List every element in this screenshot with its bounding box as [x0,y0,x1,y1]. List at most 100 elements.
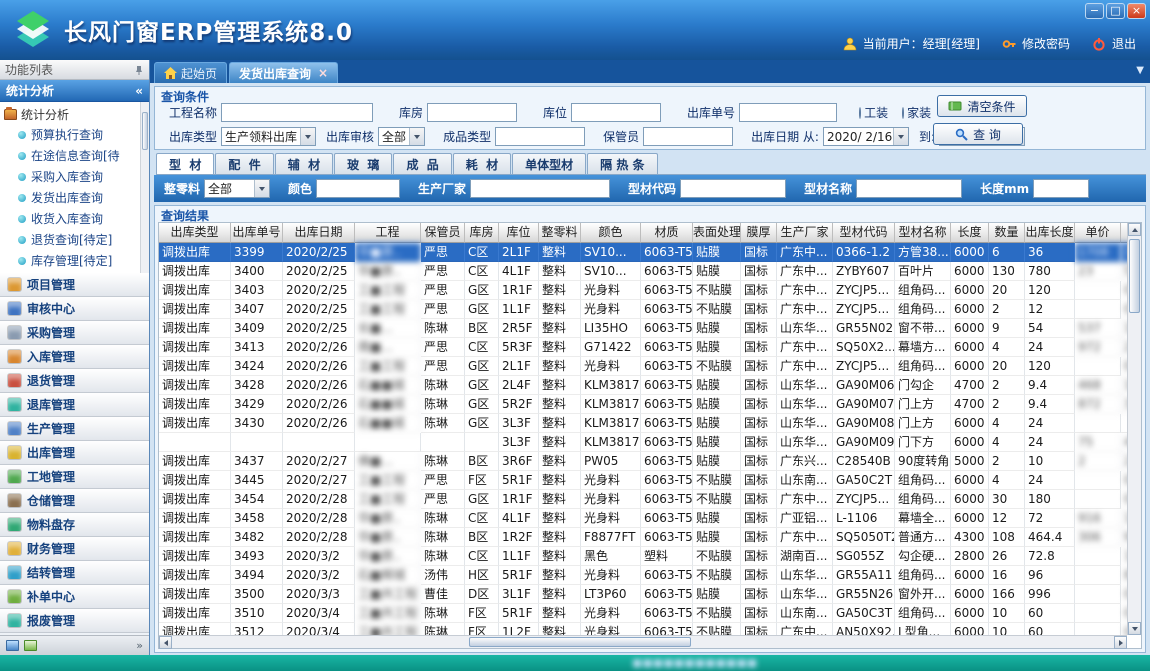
sidebar-module[interactable]: 工地管理 [0,465,149,489]
radio-industrial[interactable] [859,107,861,119]
close-button[interactable]: × [1127,3,1146,19]
column-header[interactable]: 膜厚 [741,223,777,243]
column-header[interactable]: 表面处理 [693,223,741,243]
whole-piece-select[interactable]: 全部 [204,179,270,198]
table-row[interactable]: 调拨出库34072020/2/25工■工程严思G区1L1F整料光身料6063-T… [159,300,1127,319]
tab-shipment-outbound-query[interactable]: 发货出库查询 × [229,62,338,83]
product-type-input[interactable] [495,127,585,146]
warehouse-input[interactable] [427,103,517,122]
scroll-down-icon[interactable] [1128,622,1141,635]
section-header-statistics[interactable]: 统计分析 « [0,80,149,102]
color-input[interactable] [316,179,400,198]
table-vertical-scrollbar[interactable] [1127,223,1141,635]
material-tab[interactable]: 配 件 [215,153,273,174]
table-horizontal-scrollbar[interactable] [159,635,1127,648]
collapse-icon[interactable]: « [135,84,143,98]
clear-conditions-button[interactable]: 清空条件 [937,95,1027,117]
column-header[interactable]: 单价 [1075,223,1121,243]
tree-item[interactable]: 退货查询[待定] [4,229,139,250]
tree-item[interactable]: 预算执行查询 [4,124,139,145]
tree-item[interactable]: 库存管理[待定] [4,250,139,271]
column-header[interactable]: 型材代码 [833,223,895,243]
column-header[interactable]: 库位 [499,223,539,243]
column-header[interactable]: 出库日期 [283,223,355,243]
material-tab[interactable]: 耗 材 [453,153,511,174]
tab-home[interactable]: 起始页 [154,62,227,83]
change-password-link[interactable]: 修改密码 [1022,35,1070,52]
material-tab[interactable]: 玻 璃 [334,153,392,174]
table-row[interactable]: 调拨出库34932020/3/2华■原..陈琳C区1L1F整料黑色塑料不贴膜国标… [159,547,1127,566]
horizontal-scroll-thumb[interactable] [469,637,692,647]
material-tab[interactable]: 型 材 [156,153,214,174]
column-header[interactable]: 出库类型 [159,223,231,243]
radio-home[interactable] [902,107,904,119]
column-header[interactable]: 出库单号 [231,223,283,243]
sidebar-module[interactable]: 退库管理 [0,393,149,417]
table-row[interactable]: 调拨出库35122020/3/4工■共工程陈琳F区1L2F整料光身料6063-T… [159,623,1127,635]
column-header[interactable]: 颜色 [581,223,641,243]
sidebar-module[interactable]: 退货管理 [0,369,149,393]
keeper-input[interactable] [643,127,733,146]
audit-select[interactable]: 全部 [378,127,425,146]
table-row[interactable]: 调拨出库34372020/2/27佛■...陈琳B区3R6F整料PW056063… [159,452,1127,471]
profile-code-input[interactable] [680,179,786,198]
tree-scrollbar[interactable] [140,102,149,273]
sidebar-module[interactable]: 入库管理 [0,345,149,369]
sidebar-module[interactable]: 采购管理 [0,321,149,345]
material-tab[interactable]: 成 品 [393,153,451,174]
sidebar-module[interactable]: 项目管理 [0,273,149,297]
tree-item[interactable]: 采购入库查询 [4,166,139,187]
sidebar-module[interactable]: 补单中心 [0,585,149,609]
material-tab[interactable]: 单体型材 [512,153,586,174]
pin-icon[interactable] [134,65,144,75]
table-row[interactable]: 调拨出库34092020/2/25长■...陈琳B区2R5F整料LI35HO60… [159,319,1127,338]
sidebar-module[interactable]: 审核中心 [0,297,149,321]
table-row[interactable]: 调拨出库34032020/2/25工■工程严思G区1R1F整料光身料6063-T… [159,281,1127,300]
table-row[interactable]: 调拨出库34292020/2/26石■■城陈琳G区5R2F整料KLM381760… [159,395,1127,414]
table-row[interactable]: 3L3F整料KLM38176063-T5贴膜国标山东华...GA90M09..门… [159,433,1127,452]
table-row[interactable]: 调拨出库34282020/2/26石■■城陈琳G区2L4F整料KLM381760… [159,376,1127,395]
sidebar-module[interactable]: 财务管理 [0,537,149,561]
grid-icon[interactable] [24,640,37,651]
column-header[interactable]: 整零料 [539,223,581,243]
table-row[interactable]: 调拨出库34822020/2/28华■原..陈琳B区1R2F整料F8877FT6… [159,528,1127,547]
table-row[interactable]: 调拨出库34942020/3/2石■辉城汤伟H区5R1F整料光身料6063-T5… [159,566,1127,585]
table-row[interactable]: 调拨出库35002020/3/3工■共工程曹佳D区3L1F整料LT3P60606… [159,585,1127,604]
column-header[interactable]: 库房 [465,223,499,243]
profile-name-input[interactable] [856,179,962,198]
minimize-button[interactable]: − [1085,3,1104,19]
scroll-right-icon[interactable] [1114,636,1127,649]
tab-overflow-icon[interactable]: ▼ [1136,65,1144,76]
tree-item[interactable]: 收货入库查询 [4,208,139,229]
date-from-picker[interactable]: 2020/ 2/16 [823,127,909,146]
column-header[interactable]: 材质 [641,223,693,243]
location-input[interactable] [571,103,661,122]
column-header[interactable]: 工程 [355,223,421,243]
table-row[interactable]: 调拨出库34302020/2/26石■■城陈琳G区3L3F整料KLM381760… [159,414,1127,433]
vertical-scroll-thumb[interactable] [1129,239,1140,313]
outbound-type-select[interactable]: 生产领料出库 [221,127,316,146]
material-tab[interactable]: 隔 热 条 [587,153,657,174]
column-header[interactable]: 保管员 [421,223,465,243]
manufacturer-input[interactable] [470,179,610,198]
tab-close-icon[interactable]: × [318,66,328,80]
material-tab[interactable]: 辅 材 [275,153,333,174]
expand-icon[interactable]: » [136,639,143,652]
table-row[interactable]: 调拨出库34132020/2/26南■...严思C区5R3F整料G7142260… [159,338,1127,357]
table-row[interactable]: 调拨出库34582020/2/28华■原..陈琳C区4L1F整料光身料6063-… [159,509,1127,528]
tree-item[interactable]: 在途信息查询[待 [4,145,139,166]
table-row[interactable]: 调拨出库34242020/2/26工■工程严思G区2L1F整料光身料6063-T… [159,357,1127,376]
tree-item[interactable]: 发货出库查询 [4,187,139,208]
column-header[interactable]: 型材名称 [895,223,951,243]
sidebar-module[interactable]: 报废管理 [0,609,149,633]
project-name-input[interactable] [221,103,373,122]
tree-root-statistics[interactable]: 统计分析 [4,104,139,124]
search-button[interactable]: 查 询 [933,123,1023,145]
order-no-input[interactable] [739,103,837,122]
sidebar-module[interactable]: 结转管理 [0,561,149,585]
column-header[interactable]: 出库长度 [1025,223,1075,243]
sidebar-module[interactable]: 出库管理 [0,441,149,465]
table-row[interactable]: 调拨出库34002020/2/25华■原..严思C区4L1F整料SV10...6… [159,262,1127,281]
sidebar-module[interactable]: 生产管理 [0,417,149,441]
scroll-up-icon[interactable] [1128,223,1141,236]
